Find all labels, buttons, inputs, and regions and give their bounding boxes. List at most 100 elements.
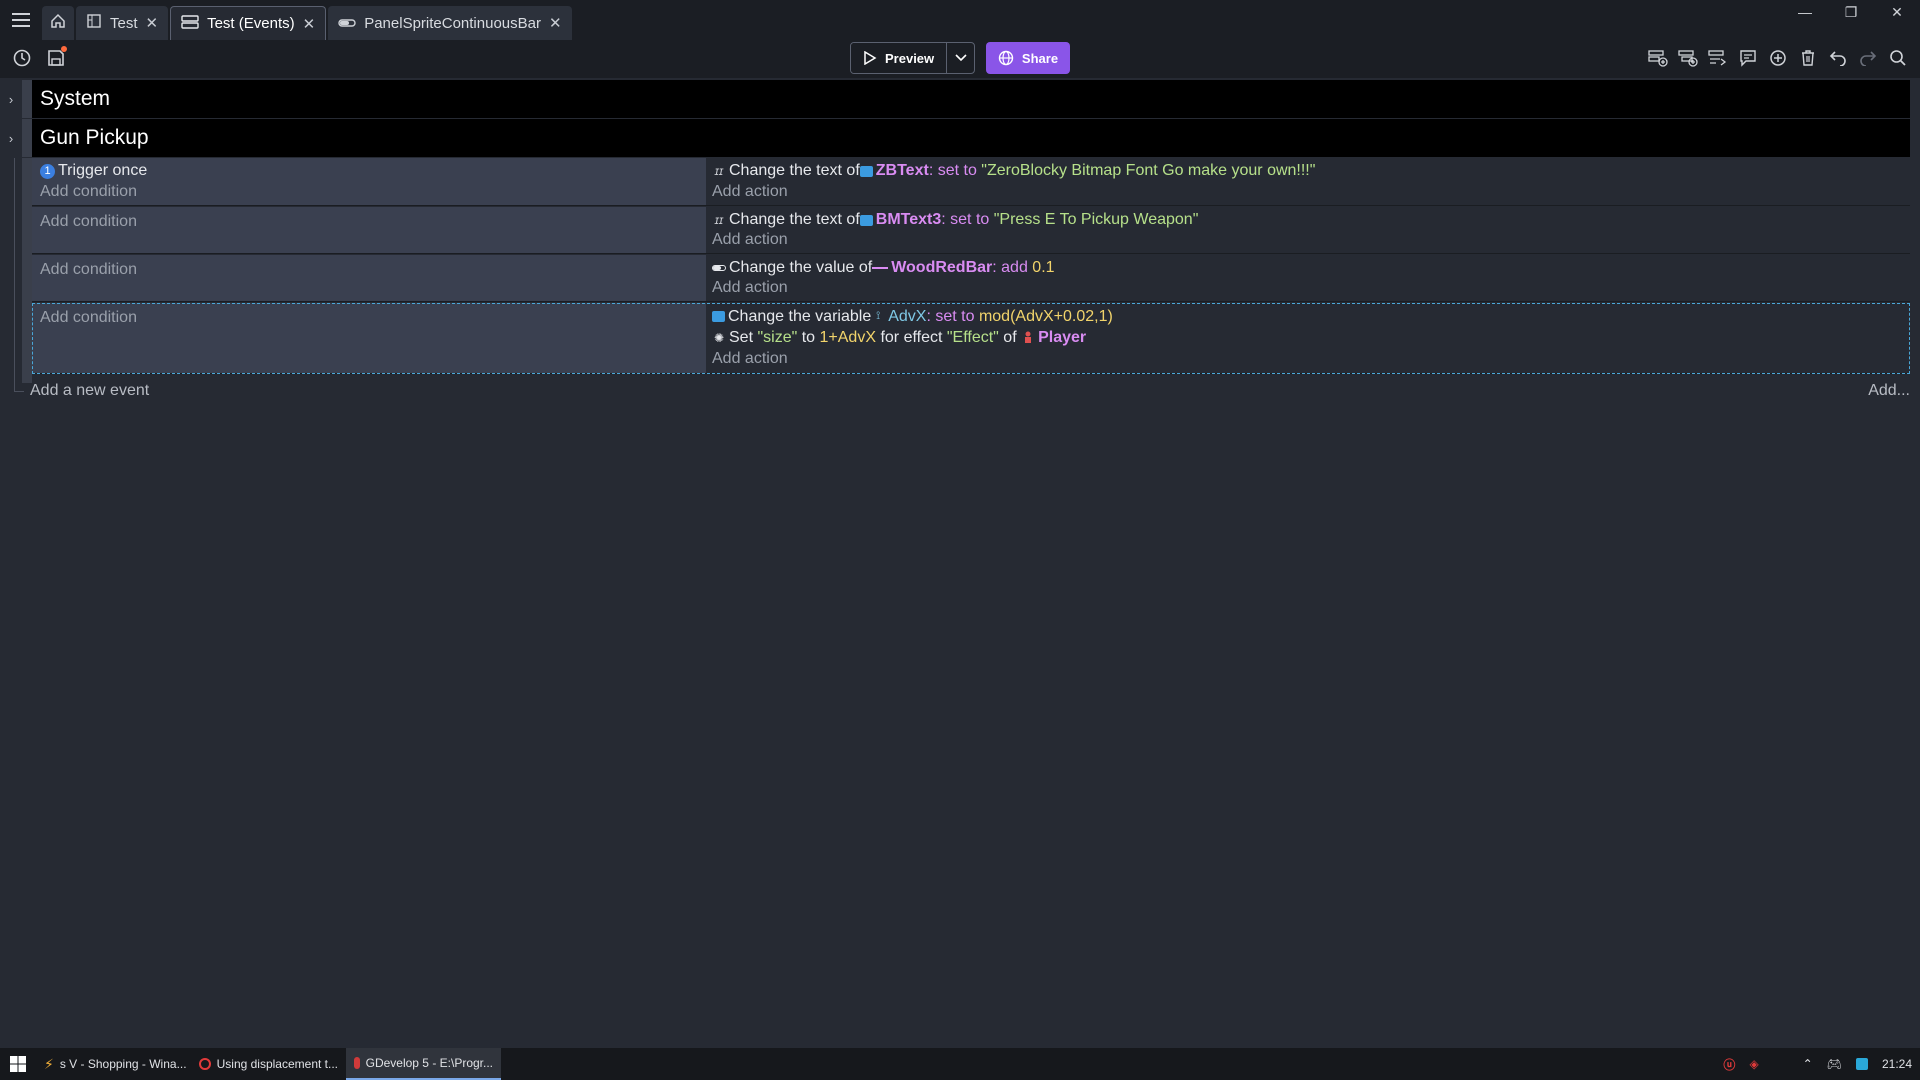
tab-home[interactable] xyxy=(42,6,74,40)
share-button[interactable]: Share xyxy=(986,42,1070,74)
group-drag-handle xyxy=(22,119,32,157)
operator: : set to xyxy=(928,162,982,180)
action-change-text[interactable]: ɪɪ Change the text of BMText3 : set to "… xyxy=(712,210,1904,230)
add-other-event-icon[interactable] xyxy=(1706,46,1730,70)
taskbar-item-gdevelop[interactable]: GDevelop 5 - E:\Progr... xyxy=(346,1048,501,1080)
action-text: for effect xyxy=(876,328,947,346)
condition-trigger-once[interactable]: 1 Trigger once xyxy=(40,161,698,182)
action-change-variable[interactable]: Change the variable ⟟ AdvX : set to mod(… xyxy=(712,306,1904,327)
actions-column: Change the variable ⟟ AdvX : set to mod(… xyxy=(706,303,1910,373)
chevron-up-icon[interactable]: ⌃ xyxy=(1803,1057,1813,1071)
delete-icon[interactable] xyxy=(1796,46,1820,70)
add-condition-button[interactable]: Add condition xyxy=(40,182,698,203)
string-value: "Effect" xyxy=(946,328,999,346)
tab-test-events[interactable]: Test (Events) ✕ xyxy=(170,6,327,40)
add-event-icon[interactable] xyxy=(1646,46,1670,70)
close-window-icon[interactable]: ✕ xyxy=(1874,0,1920,24)
group-title[interactable]: System xyxy=(32,80,1910,118)
undo-icon[interactable] xyxy=(1826,46,1850,70)
operator: : set to xyxy=(926,307,979,325)
event-group-system[interactable]: › System xyxy=(0,80,1910,118)
add-condition-button[interactable]: Add condition xyxy=(40,258,698,281)
group-drag-handle xyxy=(22,80,32,118)
variable-action-icon xyxy=(712,311,725,323)
antivirus-tray-icon[interactable]: ⓤ xyxy=(1723,1056,1735,1073)
window-controls: — ❐ ✕ xyxy=(1782,0,1920,24)
conditions-column: Add condition xyxy=(32,207,706,253)
menu-icon[interactable] xyxy=(0,0,42,40)
tree-line xyxy=(14,158,15,383)
preview-button[interactable]: Preview xyxy=(851,43,947,73)
gamepad-tray-icon[interactable]: 🎮︎ xyxy=(1827,1057,1842,1071)
close-tab-icon[interactable]: ✕ xyxy=(146,14,159,32)
restore-icon[interactable]: ❐ xyxy=(1828,0,1874,24)
play-icon xyxy=(864,51,877,65)
history-icon[interactable] xyxy=(10,46,34,70)
search-icon[interactable] xyxy=(1886,46,1910,70)
close-tab-icon[interactable]: ✕ xyxy=(549,14,562,32)
tab-test-scene[interactable]: Test ✕ xyxy=(76,6,169,40)
sprite-object-icon xyxy=(1021,331,1035,345)
expression-value: 1+AdvX xyxy=(819,328,876,346)
tab-panel-sprite-bar[interactable]: PanelSpriteContinuousBar ✕ xyxy=(328,6,572,40)
object-name: WoodRedBar xyxy=(891,259,993,276)
redo-icon[interactable] xyxy=(1856,46,1880,70)
action-change-value[interactable]: Change the value of WoodRedBar : add 0.1 xyxy=(712,258,1904,278)
action-text: Set xyxy=(729,328,758,346)
variable-name: AdvX xyxy=(888,307,927,325)
event-row-selected[interactable]: Add condition Change the variable ⟟ AdvX… xyxy=(32,303,1910,374)
scene-icon xyxy=(86,13,102,33)
expression-value: mod(AdvX+0.02,1) xyxy=(978,307,1113,325)
object-name: Player xyxy=(1038,328,1087,346)
tree-line xyxy=(14,378,15,391)
action-set-effect-param[interactable]: ✺ Set "size" to 1+AdvX for effect "Effec… xyxy=(712,327,1904,348)
group-title[interactable]: Gun Pickup xyxy=(32,119,1910,157)
event-drag-handle[interactable] xyxy=(22,158,32,383)
taskbar-item-winamp[interactable]: ⚡ s V - Shopping - Wina... xyxy=(36,1048,191,1080)
chevron-right-icon[interactable]: › xyxy=(0,92,22,107)
effect-icon: ✺ xyxy=(713,330,725,345)
close-tab-icon[interactable]: ✕ xyxy=(303,15,316,33)
taskbar: ⚡ s V - Shopping - Wina... Using displac… xyxy=(0,1048,1920,1080)
add-action-button[interactable]: Add action xyxy=(712,349,1904,370)
add-new-event-button[interactable]: Add a new event xyxy=(30,382,149,400)
save-icon[interactable] xyxy=(44,46,68,70)
taskbar-label: Using displacement t... xyxy=(216,1057,338,1071)
event-row[interactable]: 1 Trigger once Add condition ɪɪ Change t… xyxy=(32,158,1910,206)
chevron-right-icon[interactable]: › xyxy=(0,131,22,146)
taskbar-item-opera[interactable]: Using displacement t... xyxy=(191,1048,346,1080)
home-icon xyxy=(50,13,66,33)
action-text: Change the variable xyxy=(728,307,872,325)
add-condition-button[interactable]: Add condition xyxy=(40,210,698,233)
msi-tray-icon[interactable]: ◈ xyxy=(1749,1057,1758,1071)
actions-column: Change the value of WoodRedBar : add 0.1… xyxy=(706,255,1910,301)
event-row[interactable]: Add condition ɪɪ Change the text of BMTe… xyxy=(32,207,1910,254)
event-group-gun-pickup[interactable]: › Gun Pickup xyxy=(0,119,1910,157)
preview-dropdown-button[interactable] xyxy=(946,43,974,73)
minimize-icon[interactable]: — xyxy=(1782,0,1828,24)
variable-icon: ⟟ xyxy=(876,310,881,323)
add-more-button[interactable]: Add... xyxy=(1868,382,1910,400)
windows-start-icon[interactable] xyxy=(0,1048,36,1080)
taskbar-label: s V - Shopping - Wina... xyxy=(59,1057,187,1071)
taskbar-label: GDevelop 5 - E:\Progr... xyxy=(365,1056,493,1070)
network-tray-icon[interactable] xyxy=(1855,1058,1868,1070)
tree-line xyxy=(14,391,24,392)
events-sheet: › System › Gun Pickup 1 Trigger once Add… xyxy=(0,78,1920,1048)
action-text: of xyxy=(998,328,1022,346)
event-row[interactable]: Add condition Change the value of WoodRe… xyxy=(32,255,1910,302)
action-text: Change the text of xyxy=(729,211,860,228)
bitmap-text-object-icon xyxy=(859,214,873,226)
bar-icon xyxy=(338,15,356,32)
add-sub-event-icon[interactable] xyxy=(1676,46,1700,70)
action-change-text[interactable]: ɪɪ Change the text of ZBText : set to "Z… xyxy=(712,161,1904,182)
add-action-button[interactable]: Add action xyxy=(712,182,1904,203)
add-condition-button[interactable]: Add condition xyxy=(40,306,698,329)
gdevelop-icon xyxy=(354,1057,360,1069)
bitmap-text-object-icon xyxy=(859,165,873,177)
add-action-button[interactable]: Add action xyxy=(712,278,1904,298)
add-plus-circle-icon[interactable] xyxy=(1766,46,1790,70)
clock[interactable]: 21:24 xyxy=(1882,1057,1912,1071)
add-action-button[interactable]: Add action xyxy=(712,230,1904,250)
add-comment-icon[interactable] xyxy=(1736,46,1760,70)
